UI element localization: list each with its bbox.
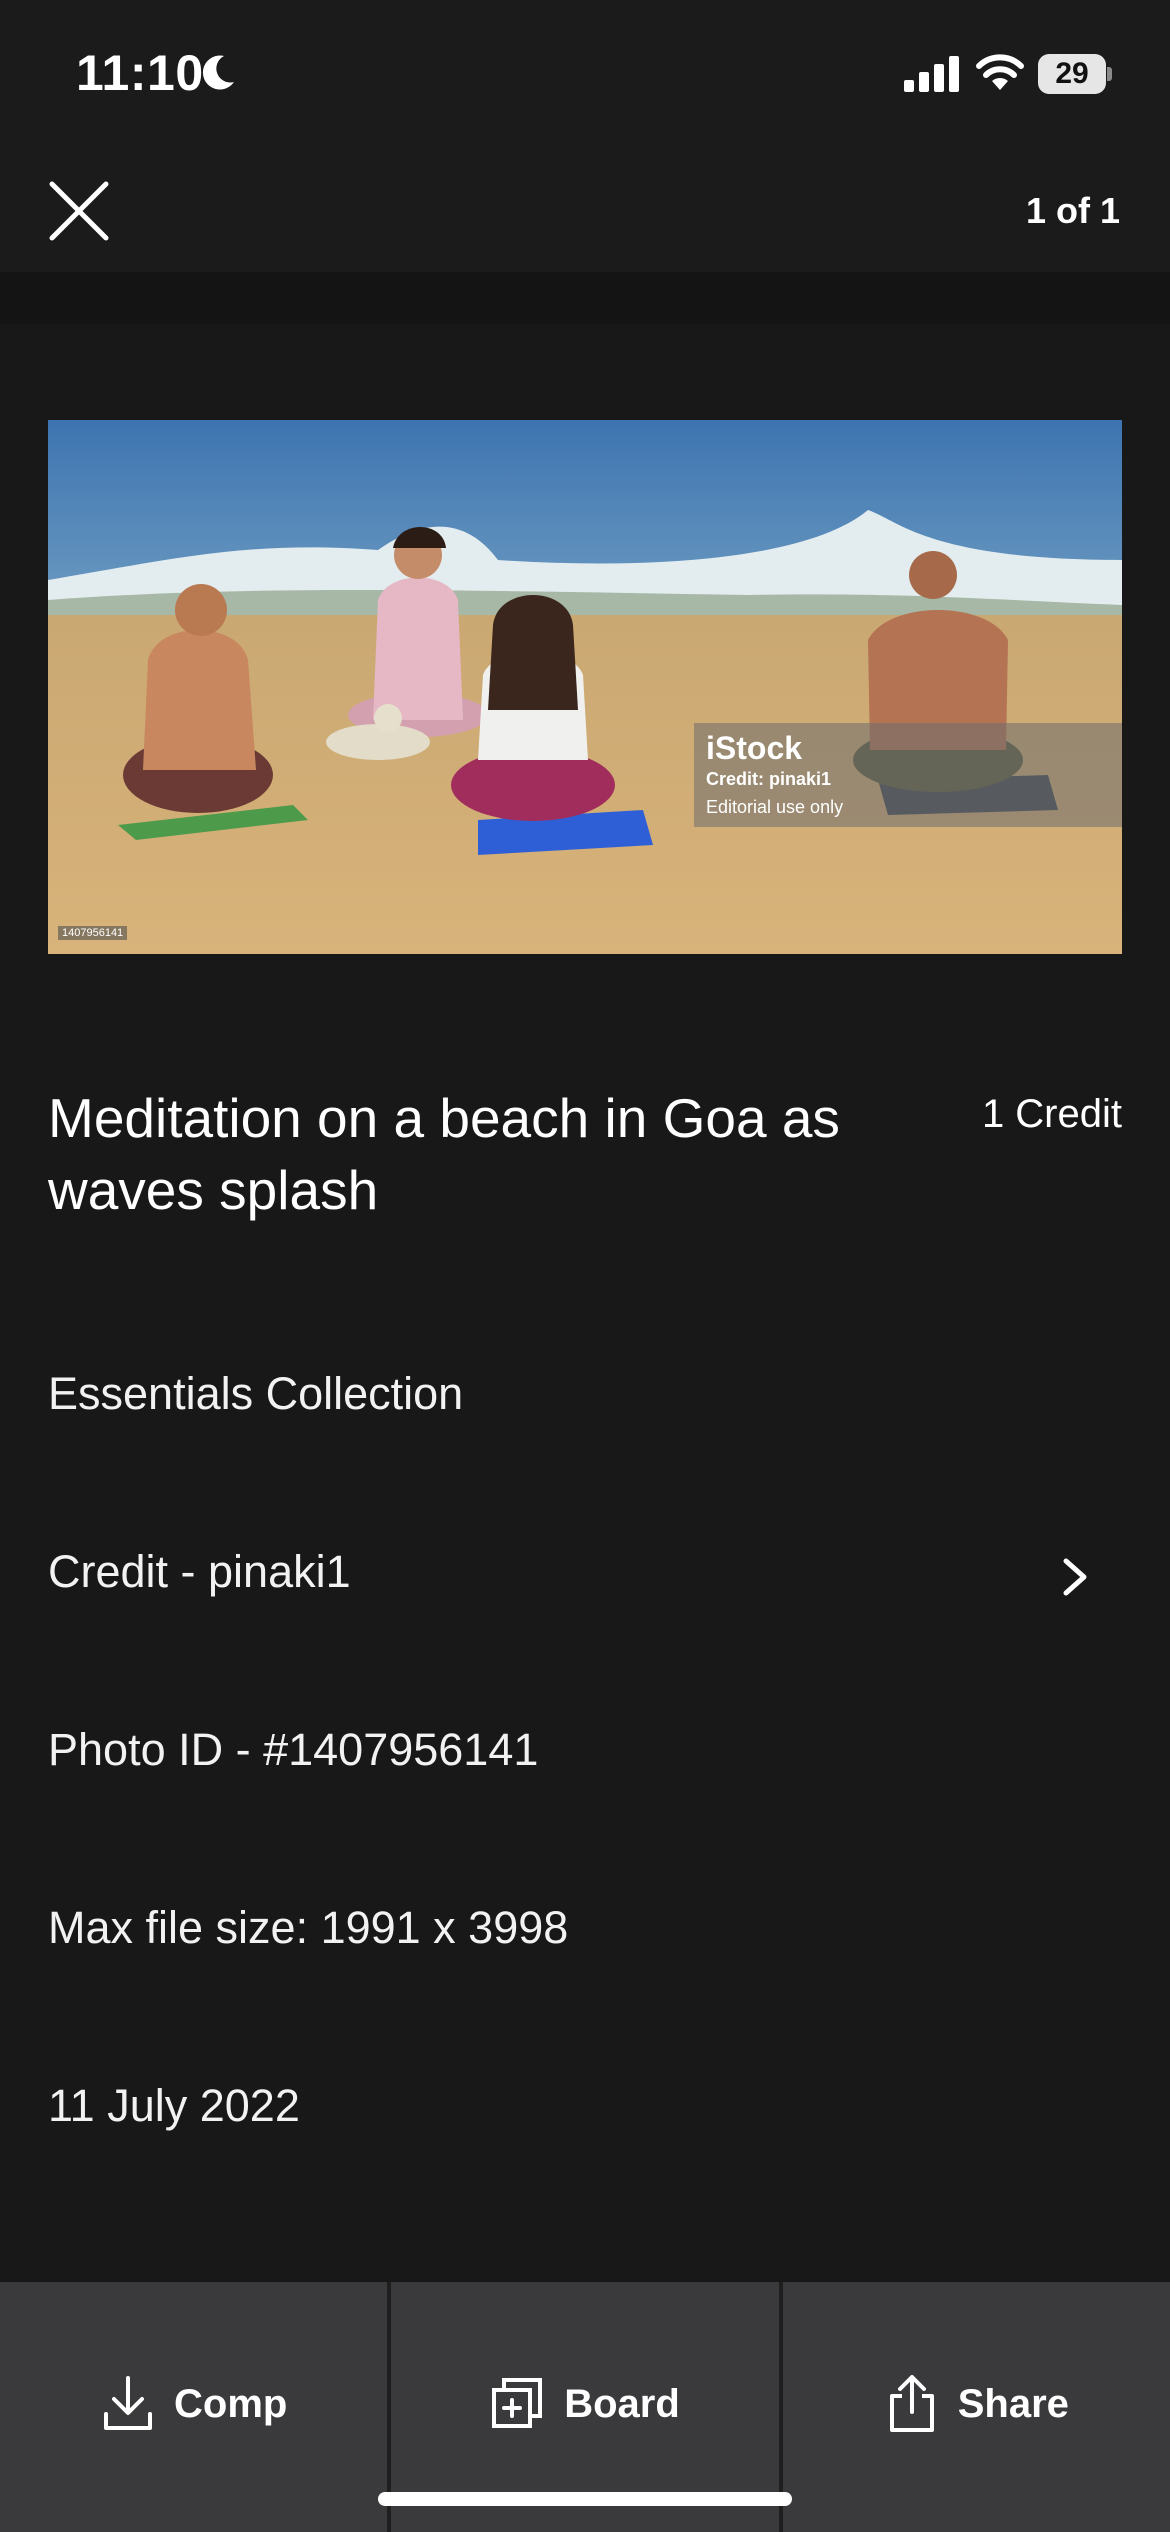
upload-date: 11 July 2022 [48,2080,300,2131]
photo-title: Meditation on a beach in Goa as waves sp… [48,1087,840,1221]
add-to-board-icon [492,2378,543,2428]
watermark-editorial: Editorial use only [706,797,844,817]
comp-button[interactable]: Comp [0,2282,387,2532]
credit-price: 1 Credit [981,1092,1122,1136]
status-bar: 11:10 29 [0,0,1170,150]
collection-label: Essentials Collection [48,1368,464,1419]
wifi-icon [976,54,1024,90]
comp-label: Comp [174,2381,288,2426]
download-icon [104,2376,152,2430]
header: 1 of 1 [0,150,1170,272]
header-divider [0,272,1170,324]
battery-icon: 29 [1038,54,1112,94]
board-label: Board [564,2381,680,2426]
share-button[interactable]: Share [778,2282,1170,2532]
battery-level: 29 [1038,54,1106,94]
page-counter: 1 of 1 [1025,190,1120,231]
photo-image [48,420,1122,954]
photo-corner-id: 1407956141 [58,926,128,940]
share-icon [889,2375,934,2432]
photo-preview[interactable]: iStock Credit: pinaki1 Editorial use onl… [48,420,1122,954]
moon-icon [202,55,234,90]
watermark: iStock Credit: pinaki1 Editorial use onl… [694,723,1122,827]
status-time: 11:10 [76,45,204,101]
close-icon[interactable] [44,176,114,246]
home-indicator[interactable] [378,2492,792,2506]
chevron-right-icon[interactable] [1056,1555,1096,1599]
battery-cap [1107,67,1112,81]
watermark-credit: Credit: pinaki1 [706,769,832,789]
share-label: Share [957,2381,1069,2426]
credit-link[interactable]: Credit - pinaki1 [48,1546,351,1598]
photo-id: Photo ID - #1407956141 [48,1724,539,1775]
max-file-size: Max file size: 1991 x 3998 [48,1902,569,1953]
cellular-signal-icon [904,56,959,92]
watermark-brand: iStock [706,730,803,766]
